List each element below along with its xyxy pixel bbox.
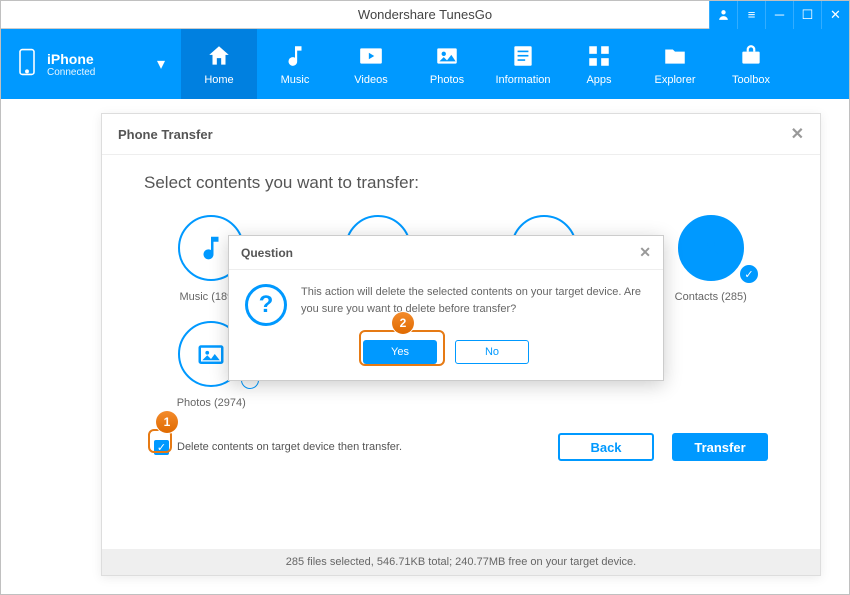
panel-close-icon[interactable]: ✕ <box>791 124 804 144</box>
status-strip: 285 files selected, 546.71KB total; 240.… <box>102 549 820 575</box>
tab-explorer[interactable]: Explorer <box>637 29 713 99</box>
titlebar-controls: ≡ ─ ☐ ✕ <box>709 1 849 29</box>
device-status: Connected <box>47 67 147 78</box>
maximize-icon[interactable]: ☐ <box>793 1 821 29</box>
tab-label: Information <box>495 74 550 86</box>
item-label: Contacts (285) <box>675 291 747 303</box>
phone-icon <box>17 48 37 81</box>
close-icon[interactable]: ✕ <box>821 1 849 29</box>
transfer-button[interactable]: Transfer <box>672 433 768 461</box>
device-selector[interactable]: iPhone Connected ▾ <box>1 29 181 99</box>
item-check[interactable]: ✓ <box>740 265 758 283</box>
tab-information[interactable]: Information <box>485 29 561 99</box>
question-dialog: Question ✕ ? This action will delete the… <box>228 235 664 381</box>
dialog-title: Question <box>241 246 293 260</box>
dialog-header: Question ✕ <box>229 236 663 270</box>
callout-ring-2 <box>359 330 445 366</box>
tab-label: Videos <box>354 74 387 86</box>
panel-title: Phone Transfer <box>118 127 213 142</box>
dialog-body: ? This action will delete the selected c… <box>229 270 663 336</box>
dialog-close-icon[interactable]: ✕ <box>639 244 651 261</box>
no-button[interactable]: No <box>455 340 529 364</box>
callout-badge-1: 1 <box>156 411 178 433</box>
dialog-buttons: 2 Yes No <box>229 336 663 380</box>
tab-label: Explorer <box>655 74 696 86</box>
tab-label: Music <box>281 74 310 86</box>
chevron-down-icon: ▾ <box>157 54 165 74</box>
titlebar: Wondershare TunesGo ≡ ─ ☐ ✕ <box>1 1 849 29</box>
navbar: iPhone Connected ▾ Home Music Videos Pho… <box>1 29 849 99</box>
delete-before-label: Delete contents on target device then tr… <box>177 441 402 453</box>
callout-badge-2: 2 <box>392 312 414 334</box>
tab-label: Photos <box>430 74 464 86</box>
tab-music[interactable]: Music <box>257 29 333 99</box>
tab-apps[interactable]: Apps <box>561 29 637 99</box>
nav-tabs: Home Music Videos Photos Information App… <box>181 29 849 99</box>
panel-buttons: Back Transfer <box>558 433 768 461</box>
back-button[interactable]: Back <box>558 433 654 461</box>
panel-header: Phone Transfer ✕ <box>102 114 820 155</box>
tab-photos[interactable]: Photos <box>409 29 485 99</box>
tab-label: Home <box>204 74 233 86</box>
tab-toolbox[interactable]: Toolbox <box>713 29 789 99</box>
tab-home[interactable]: Home <box>181 29 257 99</box>
contacts-icon <box>678 215 744 281</box>
device-name: iPhone <box>47 51 147 67</box>
menu-icon[interactable]: ≡ <box>737 1 765 29</box>
transfer-item-contacts[interactable]: ✓ Contacts (285) <box>658 215 765 303</box>
panel-heading: Select contents you want to transfer: <box>144 173 778 193</box>
tab-label: Toolbox <box>732 74 770 86</box>
user-icon[interactable] <box>709 1 737 29</box>
app-title: Wondershare TunesGo <box>141 7 709 22</box>
item-label: Photos (2974) <box>177 397 246 409</box>
delete-before-checkbox-row[interactable]: ✓ Delete contents on target device then … <box>154 440 402 455</box>
dialog-text: This action will delete the selected con… <box>301 284 647 326</box>
minimize-icon[interactable]: ─ <box>765 1 793 29</box>
question-icon: ? <box>245 284 287 326</box>
panel-footer-row: 1 ✓ Delete contents on target device the… <box>144 433 778 469</box>
status-text: 285 files selected, 546.71KB total; 240.… <box>286 556 636 568</box>
tab-videos[interactable]: Videos <box>333 29 409 99</box>
tab-label: Apps <box>586 74 611 86</box>
